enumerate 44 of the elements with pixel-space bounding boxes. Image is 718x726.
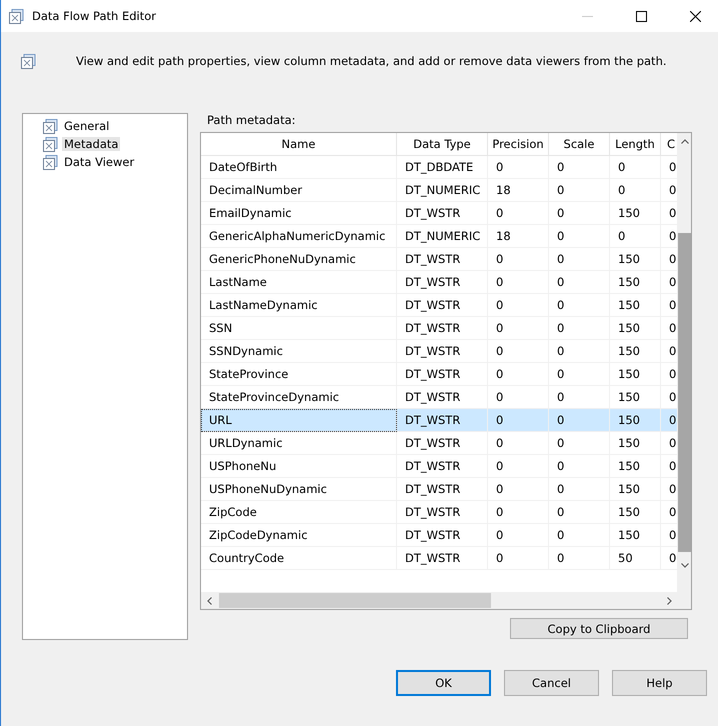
table-row[interactable]: GenericAlphaNumericDynamic DT_NUMERIC 18 0 0 0 xyxy=(201,225,677,248)
table-row[interactable]: SSN DT_WSTR 0 0 150 0 xyxy=(201,317,677,340)
tree-item[interactable]: Data Viewer xyxy=(62,155,136,169)
table-cell: 0 xyxy=(549,547,610,570)
table-row[interactable]: StateProvince DT_WSTR 0 0 150 0 xyxy=(201,363,677,386)
scroll-up-icon[interactable] xyxy=(681,139,689,144)
table-row[interactable]: LastNameDynamic DT_WSTR 0 0 150 0 xyxy=(201,294,677,317)
tree-item[interactable]: General xyxy=(62,119,112,133)
app-icon xyxy=(9,8,24,24)
scroll-right-icon[interactable] xyxy=(666,596,672,604)
dialog-button[interactable]: Help xyxy=(612,670,707,696)
page-icon xyxy=(43,118,58,134)
grid-label: Path metadata: xyxy=(207,113,297,127)
table-row[interactable]: CountryCode DT_WSTR 0 0 50 0 xyxy=(201,547,677,570)
table-cell: 0 xyxy=(488,547,549,570)
scroll-down-icon[interactable] xyxy=(681,563,689,568)
table-row[interactable]: DateOfBirth DT_DBDATE 0 0 0 0 xyxy=(201,156,677,179)
maximize-icon[interactable] xyxy=(636,10,646,22)
table-row[interactable]: StateProvinceDynamic DT_WSTR 0 0 150 0 xyxy=(201,386,677,409)
copy-button[interactable]: Copy to Clipboard xyxy=(510,618,688,639)
table-row[interactable]: LastName DT_WSTR 0 0 150 0 xyxy=(201,271,677,294)
close-icon[interactable] xyxy=(690,10,700,22)
table-cell: DT_WSTR xyxy=(397,547,488,570)
table-cell: CountryCode xyxy=(201,547,397,570)
scroll-left-icon[interactable] xyxy=(206,596,212,604)
dialog-button[interactable]: OK xyxy=(396,670,491,696)
table-row[interactable]: ZipCodeDynamic DT_WSTR 0 0 150 0 xyxy=(201,524,677,547)
window-title: Data Flow Path Editor xyxy=(32,9,157,23)
dialog-icon xyxy=(21,54,36,68)
table-row[interactable]: USPhoneNuDynamic DT_WSTR 0 0 150 0 xyxy=(201,478,677,501)
page-icon xyxy=(43,136,58,152)
table-row[interactable]: URLDynamic DT_WSTR 0 0 150 0 xyxy=(201,432,677,455)
table-cell: 50 xyxy=(610,547,661,570)
tree-item[interactable]: Metadata xyxy=(62,137,120,151)
table-row[interactable]: DecimalNumber DT_NUMERIC 18 0 0 0 xyxy=(201,179,677,202)
dialog-button[interactable]: Cancel xyxy=(504,670,599,696)
table-row[interactable]: SSNDynamic DT_WSTR 0 0 150 0 xyxy=(201,340,677,363)
table-row[interactable]: ZipCode DT_WSTR 0 0 150 0 xyxy=(201,501,677,524)
header-description: View and edit path properties, view column metadata, and add or remove data viewers from the path. xyxy=(76,54,667,68)
page-icon xyxy=(43,154,58,170)
table-row[interactable]: URL DT_WSTR 0 0 150 0 xyxy=(201,409,677,432)
table-row[interactable]: GenericPhoneNuDynamic DT_WSTR 0 0 150 0 xyxy=(201,248,677,271)
table-row[interactable]: USPhoneNu DT_WSTR 0 0 150 0 xyxy=(201,455,677,478)
table-row[interactable]: EmailDynamic DT_WSTR 0 0 150 0 xyxy=(201,202,677,225)
